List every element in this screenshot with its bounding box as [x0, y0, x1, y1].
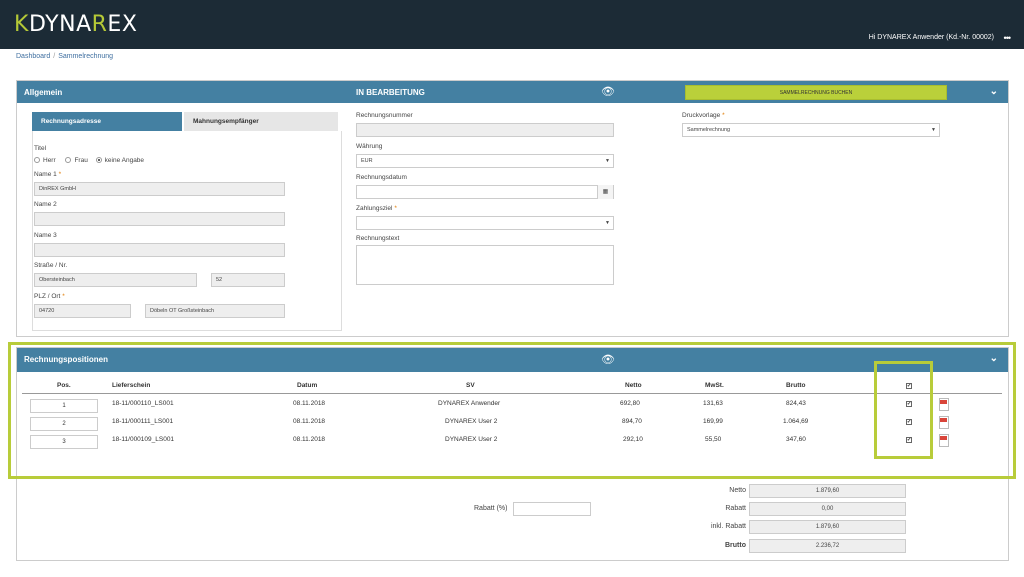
- radio-herr-label: Herr: [43, 157, 56, 164]
- logo-r: R: [91, 11, 108, 37]
- status-label: IN BEARBEITUNG: [356, 88, 425, 97]
- radio-herr[interactable]: [34, 157, 40, 164]
- zahlungsziel-label: Zahlungsziel *: [356, 205, 397, 212]
- name2-field[interactable]: [34, 212, 285, 226]
- waehrung-label: Währung: [356, 143, 383, 150]
- rechnungstext-textarea[interactable]: [356, 245, 614, 285]
- druckvorlage-value: Sammelrechnung: [687, 127, 731, 133]
- breadcrumb-current: Sammelrechnung: [58, 53, 114, 60]
- breadcrumb-dashboard[interactable]: Dashboard: [16, 53, 50, 60]
- rechnungsnummer-label: Rechnungsnummer: [356, 112, 413, 119]
- logo-ex: EX: [107, 11, 138, 37]
- name1-label: Name 1 *: [34, 171, 62, 178]
- ort-field[interactable]: Döbeln OT Großsteinbach: [145, 304, 285, 318]
- waehrung-select[interactable]: EUR ▼: [356, 154, 614, 168]
- radio-frau[interactable]: [65, 157, 72, 164]
- radio-keine-angabe[interactable]: [95, 157, 102, 164]
- name3-label: Name 3: [34, 232, 57, 239]
- user-menu-icon[interactable]: •••: [1004, 33, 1012, 43]
- plz-label: PLZ / Ort *: [34, 293, 65, 300]
- chevron-down-icon[interactable]: ⌄: [990, 86, 998, 97]
- strasse-field[interactable]: Obersteinbach: [34, 273, 197, 287]
- rechnungsdatum-label: Rechnungsdatum: [356, 174, 407, 181]
- rabatt-field: 0,00: [749, 502, 906, 516]
- checkbox-column-highlight: [874, 361, 933, 459]
- druckvorlage-select[interactable]: Sammelrechnung ▼: [682, 123, 940, 137]
- radio-keine-angabe-label: keine Angabe: [104, 157, 145, 164]
- rechnungsdatum-field[interactable]: ▦: [356, 185, 614, 199]
- name3-field[interactable]: [34, 243, 285, 257]
- chevron-down-icon: ▼: [931, 127, 936, 133]
- dynarex-logo[interactable]: KDYNAREX: [14, 10, 137, 38]
- plz-field[interactable]: 04720: [34, 304, 131, 318]
- logo-k: K: [14, 11, 29, 37]
- tab-rechnungsadresse[interactable]: Rechnungsadresse: [32, 112, 182, 131]
- rechnungstext-label: Rechnungstext: [356, 235, 400, 242]
- logo-dyna: DYNA: [28, 11, 92, 37]
- tab-mahnungsempfaenger[interactable]: Mahnungsempfänger: [184, 112, 338, 131]
- brutto-total-label: Brutto: [725, 542, 746, 549]
- rabatt-percent-label: Rabatt (%): [474, 505, 508, 512]
- name2-label: Name 2: [34, 201, 57, 208]
- rabatt-percent-input[interactable]: [513, 502, 591, 516]
- netto-total-label: Netto: [729, 487, 746, 494]
- druckvorlage-label: Druckvorlage *: [682, 112, 725, 119]
- section-highlight: [8, 342, 1016, 479]
- name1-field[interactable]: DinREX GmbH: [34, 182, 285, 196]
- breadcrumb: Dashboard / Sammelrechnung: [16, 53, 113, 60]
- chevron-down-icon: ▼: [605, 158, 610, 164]
- brutto-total-field: 2.236,72: [749, 539, 906, 553]
- user-greeting[interactable]: Hi DYNAREX Anwender (Kd.-Nr. 00002): [869, 34, 994, 41]
- allgemein-title: Allgemein: [24, 88, 63, 97]
- top-bar: [0, 0, 1024, 49]
- book-invoice-button[interactable]: SAMMELRECHNUNG BUCHEN: [685, 85, 947, 100]
- rabatt-label: Rabatt: [725, 505, 746, 512]
- netto-total-field: 1.879,60: [749, 484, 906, 498]
- inkl-rabatt-field: 1.879,60: [749, 520, 906, 534]
- titel-radio-group: Herr Frau keine Angabe: [34, 157, 144, 164]
- hausnummer-field[interactable]: 52: [211, 273, 285, 287]
- radio-frau-label: Frau: [74, 157, 88, 164]
- rechnungsnummer-field[interactable]: [356, 123, 614, 137]
- allgemein-header[interactable]: Allgemein IN BEARBEITUNG 👁 SAMMELRECHNUN…: [17, 81, 1008, 103]
- breadcrumb-separator: /: [53, 53, 56, 60]
- inkl-rabatt-label: inkl. Rabatt: [710, 523, 746, 530]
- waehrung-value: EUR: [361, 158, 373, 164]
- eye-icon[interactable]: 👁: [601, 85, 615, 98]
- titel-label: Titel: [34, 145, 47, 152]
- chevron-down-icon: ▼: [605, 220, 610, 226]
- calendar-icon[interactable]: ▦: [597, 185, 613, 199]
- zahlungsziel-select[interactable]: ▼: [356, 216, 614, 230]
- strasse-label: Straße / Nr.: [34, 262, 68, 269]
